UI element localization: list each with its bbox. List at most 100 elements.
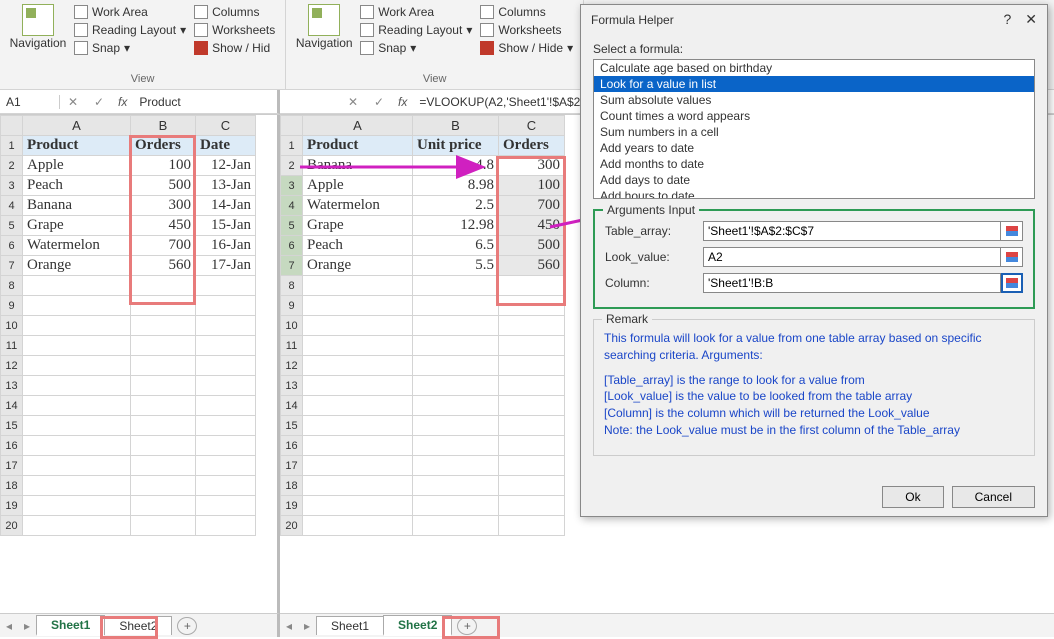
data-cell[interactable]: 5.5 bbox=[413, 256, 499, 276]
row-header[interactable]: 15 bbox=[281, 416, 303, 436]
col-header[interactable]: A bbox=[23, 116, 131, 136]
col-header[interactable]: B bbox=[413, 116, 499, 136]
data-cell[interactable]: 16-Jan bbox=[196, 236, 256, 256]
cancel-formula-icon-2[interactable]: ✕ bbox=[340, 92, 366, 112]
header-cell[interactable]: Orders bbox=[499, 136, 565, 156]
tab-sheet2-right[interactable]: Sheet2 bbox=[383, 615, 452, 636]
empty-cell[interactable] bbox=[196, 276, 256, 296]
data-cell[interactable]: 500 bbox=[131, 176, 196, 196]
accept-formula-icon[interactable]: ✓ bbox=[86, 92, 112, 112]
show-hide-button[interactable]: Show / Hid bbox=[192, 40, 277, 56]
empty-cell[interactable] bbox=[196, 356, 256, 376]
empty-cell[interactable] bbox=[413, 376, 499, 396]
empty-cell[interactable] bbox=[413, 516, 499, 536]
row-header[interactable]: 20 bbox=[1, 516, 23, 536]
tab-sheet2-left[interactable]: Sheet2 bbox=[104, 616, 172, 635]
name-box-1[interactable]: A1 bbox=[0, 95, 60, 109]
row-header[interactable]: 15 bbox=[1, 416, 23, 436]
columns-button-2[interactable]: Columns bbox=[478, 4, 575, 20]
data-cell[interactable]: 700 bbox=[499, 196, 565, 216]
row-header[interactable]: 9 bbox=[281, 296, 303, 316]
data-cell[interactable]: Watermelon bbox=[23, 236, 131, 256]
empty-cell[interactable] bbox=[499, 396, 565, 416]
cancel-button[interactable]: Cancel bbox=[952, 486, 1035, 508]
empty-cell[interactable] bbox=[196, 396, 256, 416]
tab-prev-icon[interactable]: ◂ bbox=[0, 619, 18, 633]
empty-cell[interactable] bbox=[196, 316, 256, 336]
data-cell[interactable]: Peach bbox=[303, 236, 413, 256]
row-header[interactable]: 2 bbox=[281, 156, 303, 176]
empty-cell[interactable] bbox=[499, 476, 565, 496]
grid-sheet2[interactable]: ABC1ProductUnit priceOrders2Banana4.8300… bbox=[280, 115, 565, 536]
empty-cell[interactable] bbox=[413, 436, 499, 456]
empty-cell[interactable] bbox=[131, 516, 196, 536]
data-cell[interactable]: 14-Jan bbox=[196, 196, 256, 216]
tab-prev-icon-2[interactable]: ◂ bbox=[280, 619, 298, 633]
row-header[interactable]: 7 bbox=[281, 256, 303, 276]
data-cell[interactable]: 300 bbox=[131, 196, 196, 216]
empty-cell[interactable] bbox=[131, 316, 196, 336]
reading-layout-button[interactable]: Reading Layout ▾ bbox=[72, 22, 188, 38]
empty-cell[interactable] bbox=[303, 516, 413, 536]
row-header[interactable]: 3 bbox=[1, 176, 23, 196]
empty-cell[interactable] bbox=[413, 396, 499, 416]
empty-cell[interactable] bbox=[23, 376, 131, 396]
data-cell[interactable]: 700 bbox=[131, 236, 196, 256]
data-cell[interactable]: 500 bbox=[499, 236, 565, 256]
empty-cell[interactable] bbox=[23, 456, 131, 476]
header-cell[interactable]: Product bbox=[303, 136, 413, 156]
data-cell[interactable]: 17-Jan bbox=[196, 256, 256, 276]
formula-option[interactable]: Count times a word appears bbox=[594, 108, 1034, 124]
col-header[interactable]: C bbox=[499, 116, 565, 136]
row-header[interactable]: 17 bbox=[281, 456, 303, 476]
arg-input[interactable] bbox=[703, 247, 1001, 267]
fx-icon-2[interactable]: fx bbox=[392, 95, 413, 109]
data-cell[interactable]: Banana bbox=[303, 156, 413, 176]
empty-cell[interactable] bbox=[499, 356, 565, 376]
empty-cell[interactable] bbox=[23, 356, 131, 376]
empty-cell[interactable] bbox=[413, 456, 499, 476]
data-cell[interactable]: 100 bbox=[131, 156, 196, 176]
empty-cell[interactable] bbox=[303, 496, 413, 516]
data-cell[interactable]: Apple bbox=[23, 156, 131, 176]
data-cell[interactable]: 6.5 bbox=[413, 236, 499, 256]
data-cell[interactable]: Orange bbox=[303, 256, 413, 276]
empty-cell[interactable] bbox=[303, 416, 413, 436]
formula-option[interactable]: Add hours to date bbox=[594, 188, 1034, 199]
empty-cell[interactable] bbox=[499, 496, 565, 516]
fx-icon[interactable]: fx bbox=[112, 95, 133, 109]
empty-cell[interactable] bbox=[23, 336, 131, 356]
tab-sheet1-right[interactable]: Sheet1 bbox=[316, 616, 384, 635]
empty-cell[interactable] bbox=[23, 436, 131, 456]
row-header[interactable]: 5 bbox=[281, 216, 303, 236]
empty-cell[interactable] bbox=[196, 436, 256, 456]
empty-cell[interactable] bbox=[196, 456, 256, 476]
help-icon[interactable]: ? bbox=[1003, 11, 1011, 28]
row-header[interactable]: 13 bbox=[1, 376, 23, 396]
row-header[interactable]: 18 bbox=[281, 476, 303, 496]
columns-button[interactable]: Columns bbox=[192, 4, 277, 20]
reading-layout-button-2[interactable]: Reading Layout ▾ bbox=[358, 22, 474, 38]
empty-cell[interactable] bbox=[413, 356, 499, 376]
col-header[interactable]: A bbox=[303, 116, 413, 136]
header-cell[interactable]: Date bbox=[196, 136, 256, 156]
empty-cell[interactable] bbox=[499, 276, 565, 296]
work-area-button-2[interactable]: Work Area bbox=[358, 4, 474, 20]
data-cell[interactable]: Apple bbox=[303, 176, 413, 196]
empty-cell[interactable] bbox=[499, 336, 565, 356]
add-sheet-icon[interactable]: + bbox=[177, 617, 197, 635]
row-header[interactable]: 20 bbox=[281, 516, 303, 536]
data-cell[interactable]: 450 bbox=[499, 216, 565, 236]
row-header[interactable]: 8 bbox=[281, 276, 303, 296]
row-header[interactable]: 19 bbox=[281, 496, 303, 516]
worksheets-button[interactable]: Worksheets bbox=[192, 22, 277, 38]
row-header[interactable]: 1 bbox=[281, 136, 303, 156]
empty-cell[interactable] bbox=[499, 316, 565, 336]
snap-button[interactable]: Snap ▾ bbox=[72, 40, 188, 56]
row-header[interactable]: 4 bbox=[1, 196, 23, 216]
row-header[interactable]: 12 bbox=[281, 356, 303, 376]
empty-cell[interactable] bbox=[196, 296, 256, 316]
data-cell[interactable]: Peach bbox=[23, 176, 131, 196]
empty-cell[interactable] bbox=[23, 516, 131, 536]
empty-cell[interactable] bbox=[131, 436, 196, 456]
